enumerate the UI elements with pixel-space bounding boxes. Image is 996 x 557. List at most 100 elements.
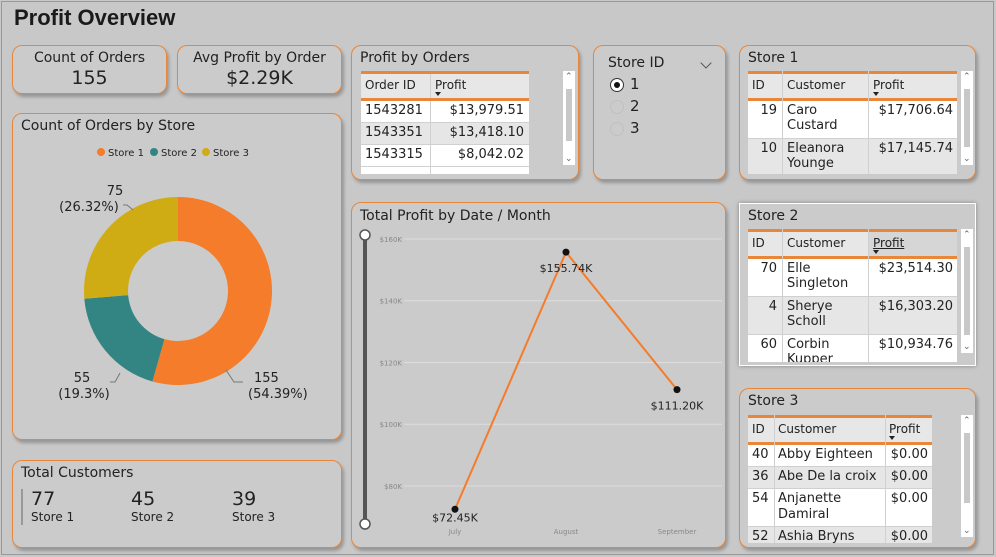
zoom-slider-track[interactable]	[363, 236, 367, 524]
radio-icon[interactable]	[610, 122, 624, 136]
avg-profit-label: Avg Profit by Order	[193, 50, 326, 66]
profit-cell: $8,042.02	[457, 147, 524, 162]
table-header: ID Customer Profit	[748, 71, 957, 101]
zoom-slider-handle-top[interactable]	[359, 229, 371, 241]
x-tick-label: August	[554, 528, 579, 536]
table-row[interactable]: 60 Corbin Kupper $10,934.76	[748, 335, 957, 362]
y-tick-label: $120K	[380, 359, 403, 367]
legend-label[interactable]: Store 2	[161, 148, 197, 159]
scroll-down-icon[interactable]: ⌄	[963, 154, 971, 164]
donut-data-label: 75	[107, 184, 124, 199]
column-header-id[interactable]: ID	[752, 78, 765, 92]
column-header-customer[interactable]: Customer	[787, 236, 845, 250]
scroll-thumb[interactable]	[566, 89, 572, 141]
store1-card[interactable]: Store 1 ID Customer Profit 19 Caro Custa…	[739, 45, 976, 180]
column-header-customer[interactable]: Customer	[778, 422, 836, 436]
total-profit-by-month-card[interactable]: Total Profit by Date / Month $80K $100K $1…	[351, 202, 726, 548]
table-row[interactable]: 52 Ashia Bryns $0.00	[748, 527, 932, 543]
table-row[interactable]: 4 Sherye Scholl $16,303.20	[748, 297, 957, 335]
scroll-down-icon[interactable]: ⌄	[565, 154, 573, 164]
zoom-slider-handle-bottom[interactable]	[359, 518, 371, 530]
customer-cell: Damiral	[778, 507, 830, 522]
column-header-id[interactable]: ID	[752, 422, 765, 436]
total-customers-card[interactable]: Total Customers 77 Store 1 45 Store 2 39…	[12, 460, 342, 548]
table-scrollbar[interactable]: ⌃ ⌄	[961, 71, 973, 165]
leader-line	[225, 369, 243, 383]
chevron-down-icon[interactable]	[700, 57, 712, 69]
table-row[interactable]: 10 Eleanora Younge $17,145.74	[748, 139, 957, 174]
avg-profit-card[interactable]: Avg Profit by Order $2.29K	[177, 45, 342, 94]
profit-line[interactable]	[454, 250, 678, 510]
legend-label[interactable]: Store 1	[108, 148, 144, 159]
profit-cell: $17,706.64	[878, 103, 953, 118]
store3-table[interactable]: ID Customer Profit 40 Abby Eighteen $0.0…	[748, 415, 932, 543]
scroll-down-icon[interactable]: ⌄	[963, 342, 971, 352]
table-row[interactable]: 36 Abe De la croix $0.00	[748, 467, 932, 489]
customer-cell: Abby Eighteen	[778, 447, 873, 462]
column-header-profit[interactable]: Profit	[873, 78, 904, 92]
column-header-customer[interactable]: Customer	[787, 78, 845, 92]
table-row[interactable]: 1543281 $13,979.51	[361, 101, 529, 123]
slicer-title: Store ID	[608, 55, 665, 71]
table-row[interactable]: 19 Caro Custard $17,706.64	[748, 101, 957, 139]
legend-marker	[150, 148, 158, 156]
table-scrollbar[interactable]: ⌃ ⌄	[563, 71, 575, 165]
radio-selected-icon[interactable]	[610, 78, 624, 92]
customer-cell: Ashia Bryns	[778, 529, 855, 543]
scroll-up-icon[interactable]: ⌃	[963, 416, 971, 426]
store-id-slicer[interactable]: Store ID 1 2 3	[593, 45, 726, 180]
column-header-order-id[interactable]: Order ID	[365, 78, 416, 92]
customer-cell: Corbin	[787, 337, 830, 352]
table-row[interactable]: 1543351 $13,418.10	[361, 123, 529, 145]
order-id-cell: 1543281	[365, 103, 423, 118]
profit-by-orders-card[interactable]: Profit by Orders Order ID Profit 1543281…	[351, 45, 579, 180]
profit-by-orders-title: Profit by Orders	[360, 50, 470, 66]
column-header-profit[interactable]: Profit	[873, 236, 904, 250]
column-header-id[interactable]: ID	[752, 236, 765, 250]
store1-table[interactable]: ID Customer Profit 19 Caro Custard $17,7…	[748, 71, 957, 174]
donut-chart[interactable]: Store 1 Store 2 Store 3 155(54.39%) 55(19.3…	[13, 114, 343, 441]
store3-card[interactable]: Store 3 ID Customer Profit 40 Abby Eight…	[739, 388, 976, 548]
scroll-up-icon[interactable]: ⌃	[565, 72, 573, 82]
store2-table[interactable]: ID Customer Profit 70 Elle Singleton $23…	[748, 229, 957, 362]
column-header-profit[interactable]: Profit	[435, 78, 466, 92]
profit-cell: $23,514.30	[878, 261, 953, 276]
count-of-orders-card[interactable]: Count of Orders 155	[12, 45, 167, 94]
count-of-orders-value: 155	[71, 67, 108, 89]
scroll-down-icon[interactable]: ⌄	[963, 526, 971, 536]
column-divider	[885, 415, 886, 543]
table-header: ID Customer Profit	[748, 415, 932, 445]
scroll-up-icon[interactable]: ⌃	[963, 72, 971, 82]
sort-desc-icon	[435, 92, 441, 96]
table-row[interactable]: 54 Anjanette Damiral $0.00	[748, 489, 932, 527]
table-row[interactable]: 40 Abby Eighteen $0.00	[748, 445, 932, 467]
column-header-profit[interactable]: Profit	[889, 422, 920, 436]
scroll-up-icon[interactable]: ⌃	[963, 230, 971, 240]
table-header: Order ID Profit	[361, 71, 529, 101]
store2-card[interactable]: Store 2 ID Customer Profit 70 Elle Singl…	[739, 203, 976, 366]
line-chart[interactable]: $80K $100K $120K $140K $160K July August Septem…	[352, 203, 727, 549]
data-point[interactable]	[673, 386, 681, 394]
table-row[interactable]: 70 Elle Singleton $23,514.30	[748, 259, 957, 297]
store2-title: Store 2	[748, 208, 799, 224]
slicer-option-label: 3	[630, 119, 640, 137]
id-cell: 60	[760, 337, 777, 352]
radio-icon[interactable]	[610, 100, 624, 114]
scroll-thumb[interactable]	[964, 89, 970, 147]
store1-title: Store 1	[748, 50, 799, 66]
table-scrollbar[interactable]: ⌃ ⌄	[961, 415, 973, 537]
slicer-option-label: 2	[630, 97, 640, 115]
table-scrollbar[interactable]: ⌃ ⌄	[961, 229, 973, 353]
x-tick-label: September	[658, 528, 697, 536]
scroll-thumb[interactable]	[964, 247, 970, 335]
donut-slice-2[interactable]	[84, 295, 165, 382]
profit-cell: $13,979.51	[449, 103, 524, 118]
orders-by-store-card[interactable]: Count of Orders by Store Store 1 Store 2S…	[12, 113, 342, 440]
legend-label[interactable]: Store 3	[213, 148, 249, 159]
profit-by-orders-table[interactable]: Order ID Profit 1543281 $13,979.51 15433…	[361, 71, 529, 174]
table-row[interactable]: 1543315 $8,042.02	[361, 145, 529, 167]
data-point[interactable]	[562, 248, 570, 256]
scroll-thumb[interactable]	[964, 433, 970, 503]
leader-line	[123, 204, 134, 211]
donut-data-label: 55	[74, 371, 91, 386]
